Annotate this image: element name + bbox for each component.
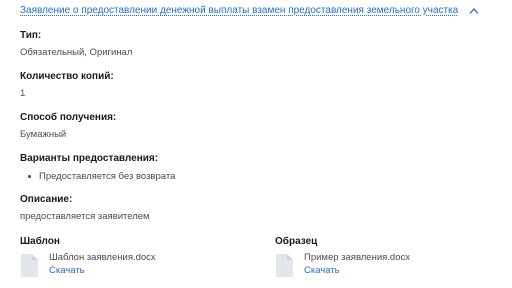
sample-file: Пример заявления.docx Скачать	[275, 252, 410, 278]
sample-file-name: Пример заявления.docx	[304, 252, 410, 263]
template-file-name: Шаблон заявления.docx	[49, 252, 156, 263]
variant-list-item: Предоставляется без возврата	[20, 171, 175, 182]
sample-label: Образец	[275, 236, 318, 247]
description-label: Описание:	[20, 194, 73, 205]
sample-file-info: Пример заявления.docx Скачать	[304, 252, 410, 277]
method-label: Способ получения:	[20, 112, 117, 123]
template-file-info: Шаблон заявления.docx Скачать	[49, 252, 156, 277]
variant-item-text: Предоставляется без возврата	[39, 171, 176, 182]
description-value: предоставляется заявителем	[20, 211, 150, 222]
method-value: Бумажный	[20, 129, 67, 140]
document-icon	[21, 254, 38, 277]
application-title-link[interactable]: Заявление о предоставлении денежной выпл…	[20, 5, 458, 16]
copies-label: Количество копий:	[20, 71, 114, 82]
chevron-up-icon[interactable]	[469, 7, 479, 15]
variants-label: Варианты предоставления:	[20, 153, 159, 164]
bullet-icon	[28, 175, 31, 178]
template-label: Шаблон	[20, 236, 60, 247]
template-file: Шаблон заявления.docx Скачать	[20, 252, 156, 278]
type-value: Обязательный, Оригинал	[20, 47, 133, 58]
type-label: Тип:	[20, 30, 42, 41]
document-icon	[276, 254, 293, 277]
copies-value: 1	[20, 88, 26, 99]
sample-download-link[interactable]: Скачать	[304, 265, 410, 277]
application-header: Заявление о предоставлении денежной выпл…	[20, 5, 479, 16]
template-download-link[interactable]: Скачать	[49, 265, 156, 277]
